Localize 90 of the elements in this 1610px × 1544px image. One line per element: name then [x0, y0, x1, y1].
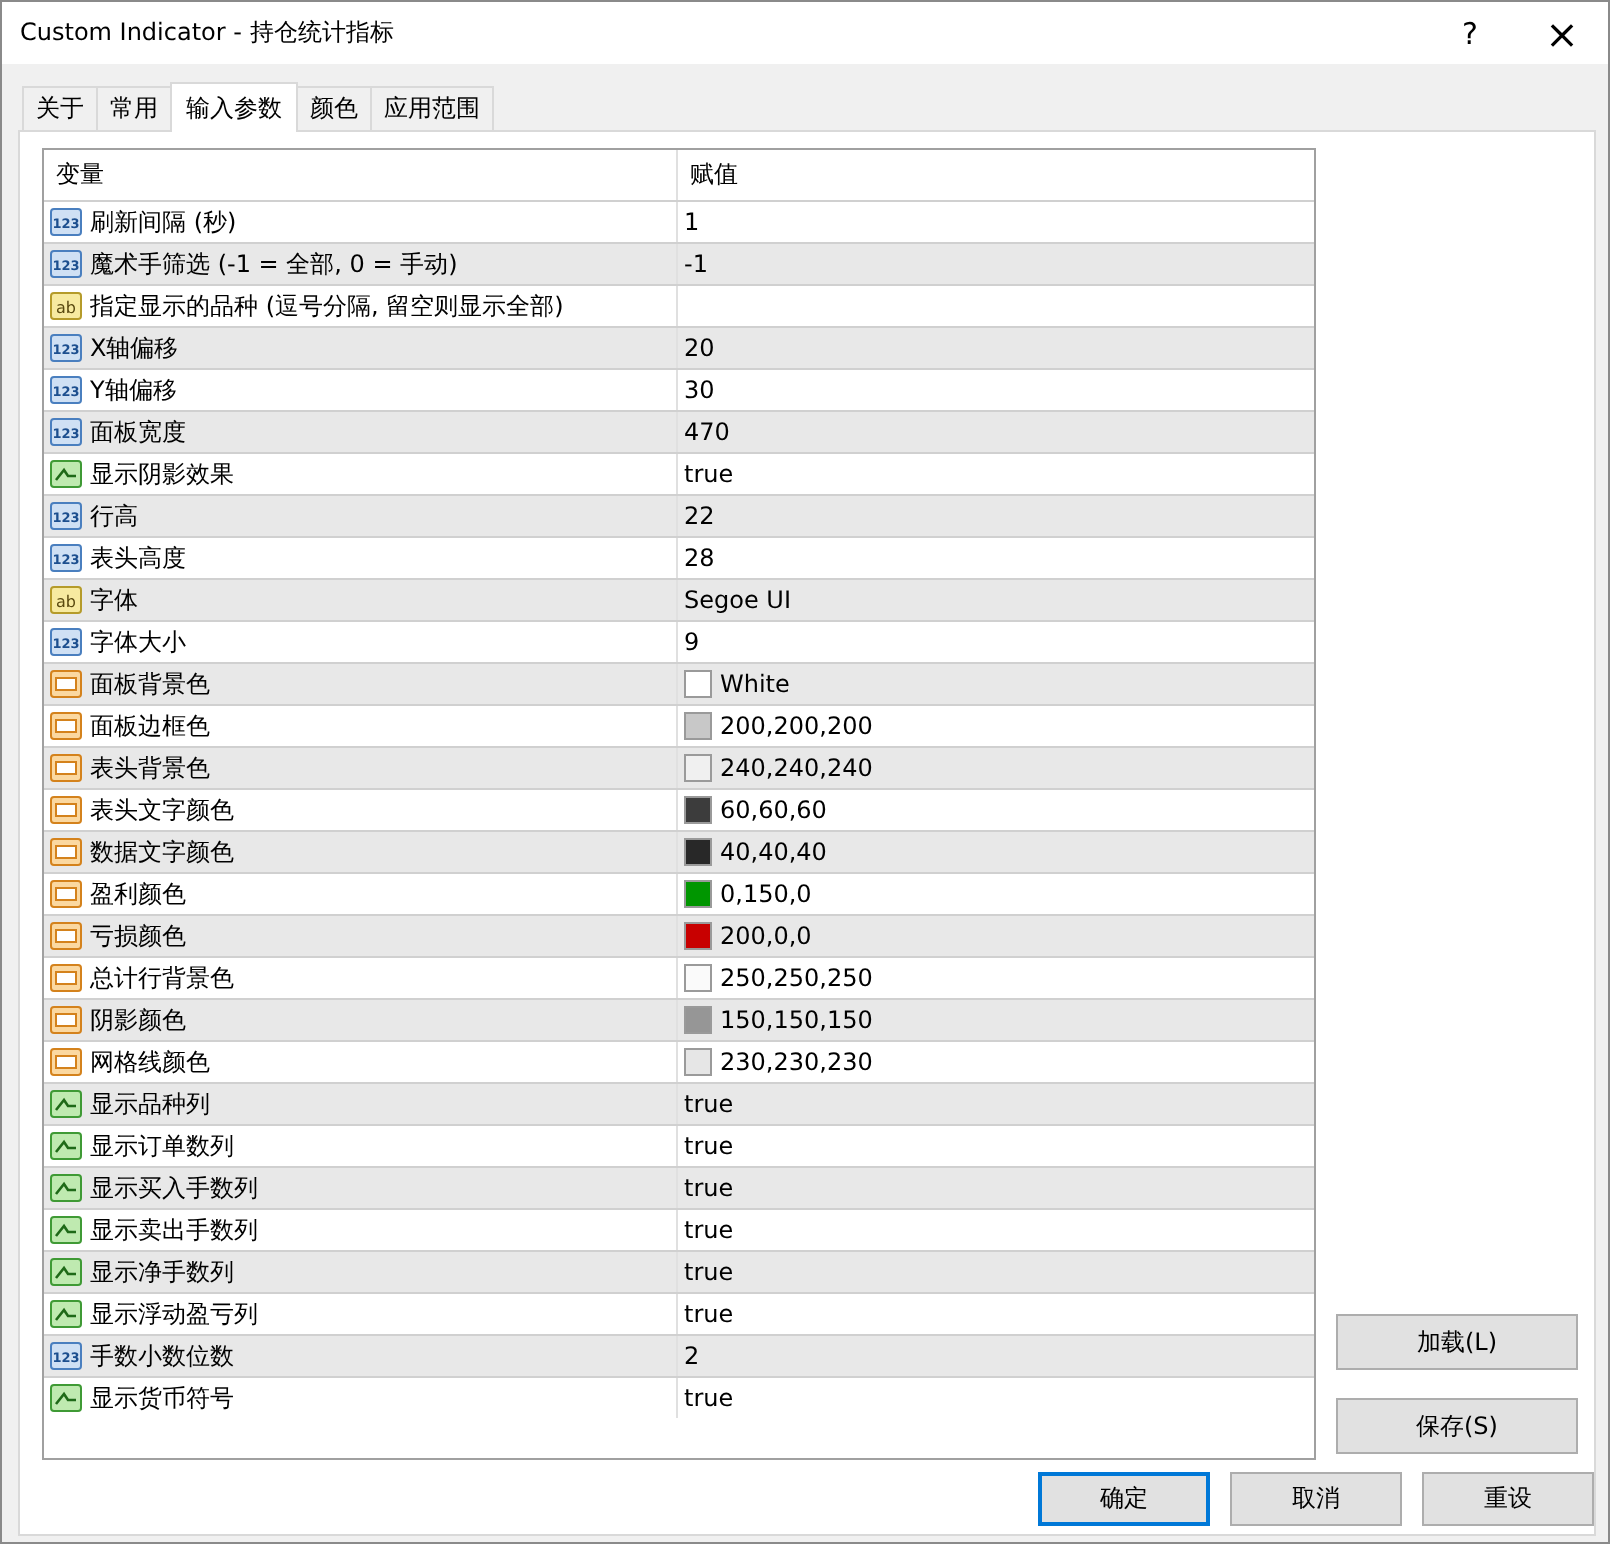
parameter-value[interactable]: 40,40,40: [720, 838, 827, 866]
parameter-name: 显示净手数列: [90, 1255, 234, 1289]
boolean-type-icon: [50, 1088, 82, 1120]
text-type-icon: ab: [50, 290, 82, 322]
boolean-type-icon: [50, 1382, 82, 1414]
color-type-icon: [50, 1004, 82, 1036]
parameter-value[interactable]: 470: [684, 418, 730, 446]
parameter-value[interactable]: White: [720, 670, 790, 698]
boolean-type-icon: [50, 1256, 82, 1288]
parameter-value[interactable]: 9: [684, 628, 700, 656]
parameter-name: 字体大小: [90, 625, 186, 659]
parameter-value[interactable]: 60,60,60: [720, 796, 827, 824]
color-type-icon: [50, 794, 82, 826]
tab[interactable]: 应用范围: [370, 86, 494, 130]
parameter-value[interactable]: 28: [684, 544, 715, 572]
help-button[interactable]: ?: [1424, 2, 1516, 64]
window-title: Custom Indicator - 持仓统计指标: [20, 16, 396, 50]
parameter-name: 刷新间隔 (秒): [90, 205, 237, 239]
color-type-icon: [50, 920, 82, 952]
parameter-value[interactable]: 22: [684, 502, 715, 530]
parameter-value[interactable]: 30: [684, 376, 715, 404]
parameter-value[interactable]: 150,150,150: [720, 1006, 873, 1034]
parameter-value[interactable]: true: [684, 1090, 734, 1118]
parameter-value[interactable]: -1: [684, 250, 708, 278]
parameter-name: 显示品种列: [90, 1087, 210, 1121]
color-type-icon: [50, 962, 82, 994]
text-type-icon: ab: [50, 584, 82, 616]
color-type-icon: [50, 878, 82, 910]
parameter-name: 字体: [90, 583, 138, 617]
parameter-name: 魔术手筛选 (-1 = 全部, 0 = 手动): [90, 247, 458, 281]
parameter-name: 总计行背景色: [90, 961, 234, 995]
parameter-value[interactable]: Segoe UI: [684, 586, 791, 614]
parameter-value[interactable]: 240,240,240: [720, 754, 873, 782]
parameter-value[interactable]: true: [684, 1216, 734, 1244]
parameter-name: 数据文字颜色: [90, 835, 234, 869]
side-button[interactable]: 加载(L): [1336, 1314, 1578, 1370]
parameter-name: X轴偏移: [90, 331, 179, 365]
color-type-icon: [50, 668, 82, 700]
parameter-name: 行高: [90, 499, 138, 533]
column-header: 变量: [44, 150, 678, 200]
tab[interactable]: 关于: [22, 86, 98, 130]
parameter-name: 手数小数位数: [90, 1339, 234, 1373]
parameter-name: 面板背景色: [90, 667, 210, 701]
parameter-value[interactable]: 1: [684, 208, 700, 236]
parameter-name: 显示货币符号: [90, 1381, 234, 1415]
side-button[interactable]: 保存(S): [1336, 1398, 1578, 1454]
dialog-button[interactable]: 确定: [1038, 1472, 1210, 1526]
parameter-value[interactable]: 200,200,200: [720, 712, 873, 740]
parameter-name: 显示订单数列: [90, 1129, 234, 1163]
boolean-type-icon: [50, 1214, 82, 1246]
parameter-value[interactable]: 20: [684, 334, 715, 362]
dialog-button[interactable]: 重设: [1422, 1472, 1594, 1526]
parameter-name: 显示浮动盈亏列: [90, 1297, 258, 1331]
parameter-name: 网格线颜色: [90, 1045, 210, 1079]
parameter-value[interactable]: true: [684, 1258, 734, 1286]
color-type-icon: [50, 752, 82, 784]
parameter-value[interactable]: true: [684, 1300, 734, 1328]
parameter-value[interactable]: 2: [684, 1342, 700, 1370]
parameter-name: 盈利颜色: [90, 877, 186, 911]
close-button[interactable]: ×: [1516, 2, 1608, 64]
parameter-name: 表头高度: [90, 541, 186, 575]
parameter-name: 显示卖出手数列: [90, 1213, 258, 1247]
boolean-type-icon: [50, 1130, 82, 1162]
parameter-value[interactable]: true: [684, 1132, 734, 1160]
parameter-value[interactable]: 230,230,230: [720, 1048, 873, 1076]
parameter-value[interactable]: true: [684, 1384, 734, 1412]
parameter-name: 面板边框色: [90, 709, 210, 743]
parameter-name: 面板宽度: [90, 415, 186, 449]
parameter-value[interactable]: 200,0,0: [720, 922, 812, 950]
color-type-icon: [50, 710, 82, 742]
color-type-icon: [50, 836, 82, 868]
parameter-value[interactable]: true: [684, 460, 734, 488]
parameter-name: 显示买入手数列: [90, 1171, 258, 1205]
boolean-type-icon: [50, 458, 82, 490]
boolean-type-icon: [50, 1172, 82, 1204]
parameter-name: 指定显示的品种 (逗号分隔, 留空则显示全部): [90, 289, 564, 323]
parameter-name: 阴影颜色: [90, 1003, 186, 1037]
color-type-icon: [50, 1046, 82, 1078]
parameter-value[interactable]: 0,150,0: [720, 880, 812, 908]
tab[interactable]: 输入参数: [170, 82, 298, 132]
parameter-name: Y轴偏移: [90, 373, 177, 407]
column-header: 赋值: [688, 158, 740, 192]
dialog-button[interactable]: 取消: [1230, 1472, 1402, 1526]
parameter-name: 显示阴影效果: [90, 457, 234, 491]
parameter-name: 亏损颜色: [90, 919, 186, 953]
parameter-value[interactable]: true: [684, 1174, 734, 1202]
parameter-value[interactable]: 250,250,250: [720, 964, 873, 992]
parameter-name: 表头背景色: [90, 751, 210, 785]
parameter-name: 表头文字颜色: [90, 793, 234, 827]
boolean-type-icon: [50, 1298, 82, 1330]
